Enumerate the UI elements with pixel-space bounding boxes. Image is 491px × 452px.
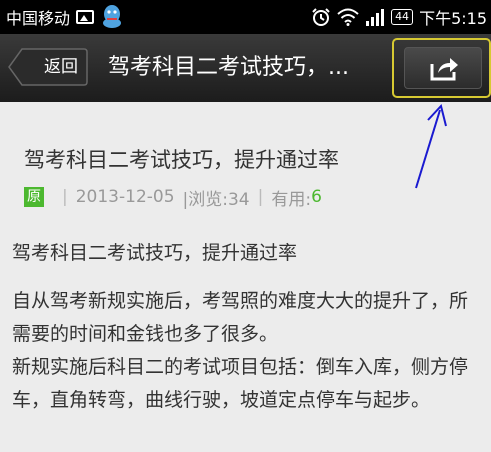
article-paragraph: 自从驾考新规实施后，考驾照的难度大大的提升了，所需要的时间和金钱也多了很多。: [12, 290, 469, 345]
page-title: 驾考科目二考试技巧，...: [108, 55, 349, 80]
original-badge: 原: [24, 187, 44, 207]
image-icon: [76, 10, 95, 24]
article-body: 自从驾考新规实施后，考驾照的难度大大的提升了，所需要的时间和金钱也多了很多。 新…: [12, 285, 484, 417]
article-meta: 原 | 2013-12-05 |浏览:34 | 有用: 6: [24, 186, 322, 210]
carrier-name: 中国移动: [6, 9, 71, 28]
article-paragraph: 新规实施后科目二的考试项目包括：倒车入库，侧方停车，直角转弯，曲线行驶，坡道定点…: [12, 356, 469, 411]
alarm-icon: [312, 8, 330, 26]
annotation-arrow: [415, 103, 447, 189]
back-button-label: 返回: [44, 57, 78, 77]
article-sub-heading: 驾考科目二考试技巧，提升通过率: [12, 242, 298, 264]
meta-separator: |: [62, 187, 68, 207]
clock: 下午5:15: [419, 9, 487, 28]
share-button[interactable]: [404, 47, 482, 89]
useful-count: 6: [311, 187, 322, 207]
share-button-highlight[interactable]: [392, 38, 491, 98]
qq-icon: [103, 5, 122, 28]
article-title: 驾考科目二考试技巧，提升通过率: [24, 148, 339, 172]
meta-separator: |: [257, 187, 264, 207]
wifi-icon: [337, 8, 359, 26]
view-count: |浏览:34: [182, 189, 250, 210]
publish-date: 2013-12-05: [75, 187, 175, 207]
useful-label: 有用:: [271, 189, 312, 210]
back-button[interactable]: 返回: [8, 48, 88, 86]
share-icon: [430, 58, 458, 81]
signal-icon: [366, 9, 385, 26]
battery-icon: 44: [391, 9, 414, 25]
status-bar: 中国移动 44 下午5:15: [0, 0, 491, 34]
